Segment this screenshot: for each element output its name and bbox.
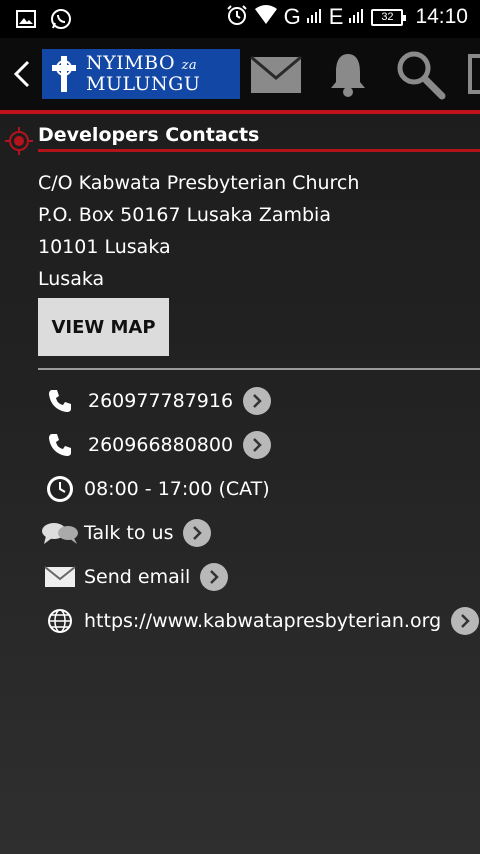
chat-bubbles-icon	[38, 516, 82, 550]
phone-icon	[38, 384, 82, 418]
chevron-left-icon	[13, 60, 30, 88]
clock-icon	[38, 472, 82, 506]
address-line-3: 10101 Lusaka	[38, 236, 171, 258]
section-divider	[38, 149, 480, 152]
cross-icon	[42, 49, 86, 99]
search-icon[interactable]	[394, 48, 446, 104]
chevron-right-icon[interactable]	[200, 563, 229, 591]
signal-icon-2	[349, 7, 365, 27]
phone-icon	[38, 428, 82, 462]
section-title: Developers Contacts	[38, 124, 260, 146]
action-bar: Nyimbo za Mulungu	[0, 38, 480, 110]
globe-icon	[38, 604, 82, 638]
action-bar-divider	[0, 110, 480, 114]
email-row[interactable]: Send email	[38, 560, 229, 594]
envelope-icon	[38, 560, 82, 594]
menu-overflow-icon[interactable]	[468, 54, 480, 98]
hours-row: 08:00 - 17:00 (CAT)	[38, 472, 270, 506]
network-type-g: G	[283, 4, 301, 29]
phone-row-2[interactable]: 260966880800	[38, 428, 272, 462]
opening-hours: 08:00 - 17:00 (CAT)	[84, 478, 270, 500]
talk-to-us: Talk to us	[84, 522, 174, 544]
whatsapp-icon	[50, 8, 72, 34]
view-map-button[interactable]: VIEW MAP	[38, 298, 169, 356]
clock: 14:10	[415, 5, 468, 28]
address-line-1: C/O Kabwata Presbyterian Church	[38, 172, 360, 194]
phone-row-1[interactable]: 260977787916	[38, 384, 272, 418]
target-icon	[5, 127, 33, 159]
chevron-right-icon[interactable]	[451, 607, 480, 635]
mail-icon[interactable]	[250, 55, 302, 98]
chevron-right-icon[interactable]	[243, 431, 272, 459]
logo-za: za	[181, 58, 198, 73]
website-url: https://www.kabwatapresbyterian.org	[84, 610, 442, 632]
gallery-icon	[16, 9, 36, 33]
send-email: Send email	[84, 566, 191, 588]
phone-number-1: 260977787916	[88, 390, 234, 412]
talk-row[interactable]: Talk to us	[38, 516, 212, 550]
battery-indicator: 32	[371, 8, 407, 26]
alarm-icon	[226, 4, 248, 30]
back-button[interactable]	[8, 56, 36, 92]
bell-icon[interactable]	[328, 50, 368, 102]
logo-line1: Nyimbo	[86, 52, 176, 74]
wifi-icon	[254, 5, 278, 29]
chevron-right-icon[interactable]	[243, 387, 272, 415]
phone-number-2: 260966880800	[88, 434, 234, 456]
website-row[interactable]: https://www.kabwatapresbyterian.org	[38, 604, 480, 638]
address-line-4: Lusaka	[38, 268, 105, 290]
network-type-e: E	[328, 4, 344, 29]
app-logo[interactable]: Nyimbo za Mulungu	[42, 49, 240, 99]
address-line-2: P.O. Box 50167 Lusaka Zambia	[38, 204, 331, 226]
logo-text: Nyimbo za Mulungu	[86, 54, 200, 94]
logo-line2: Mulungu	[86, 73, 201, 95]
chevron-right-icon[interactable]	[183, 519, 212, 547]
signal-icon	[306, 7, 323, 27]
status-bar: G E 32 14:10	[0, 0, 480, 38]
divider	[38, 368, 480, 370]
